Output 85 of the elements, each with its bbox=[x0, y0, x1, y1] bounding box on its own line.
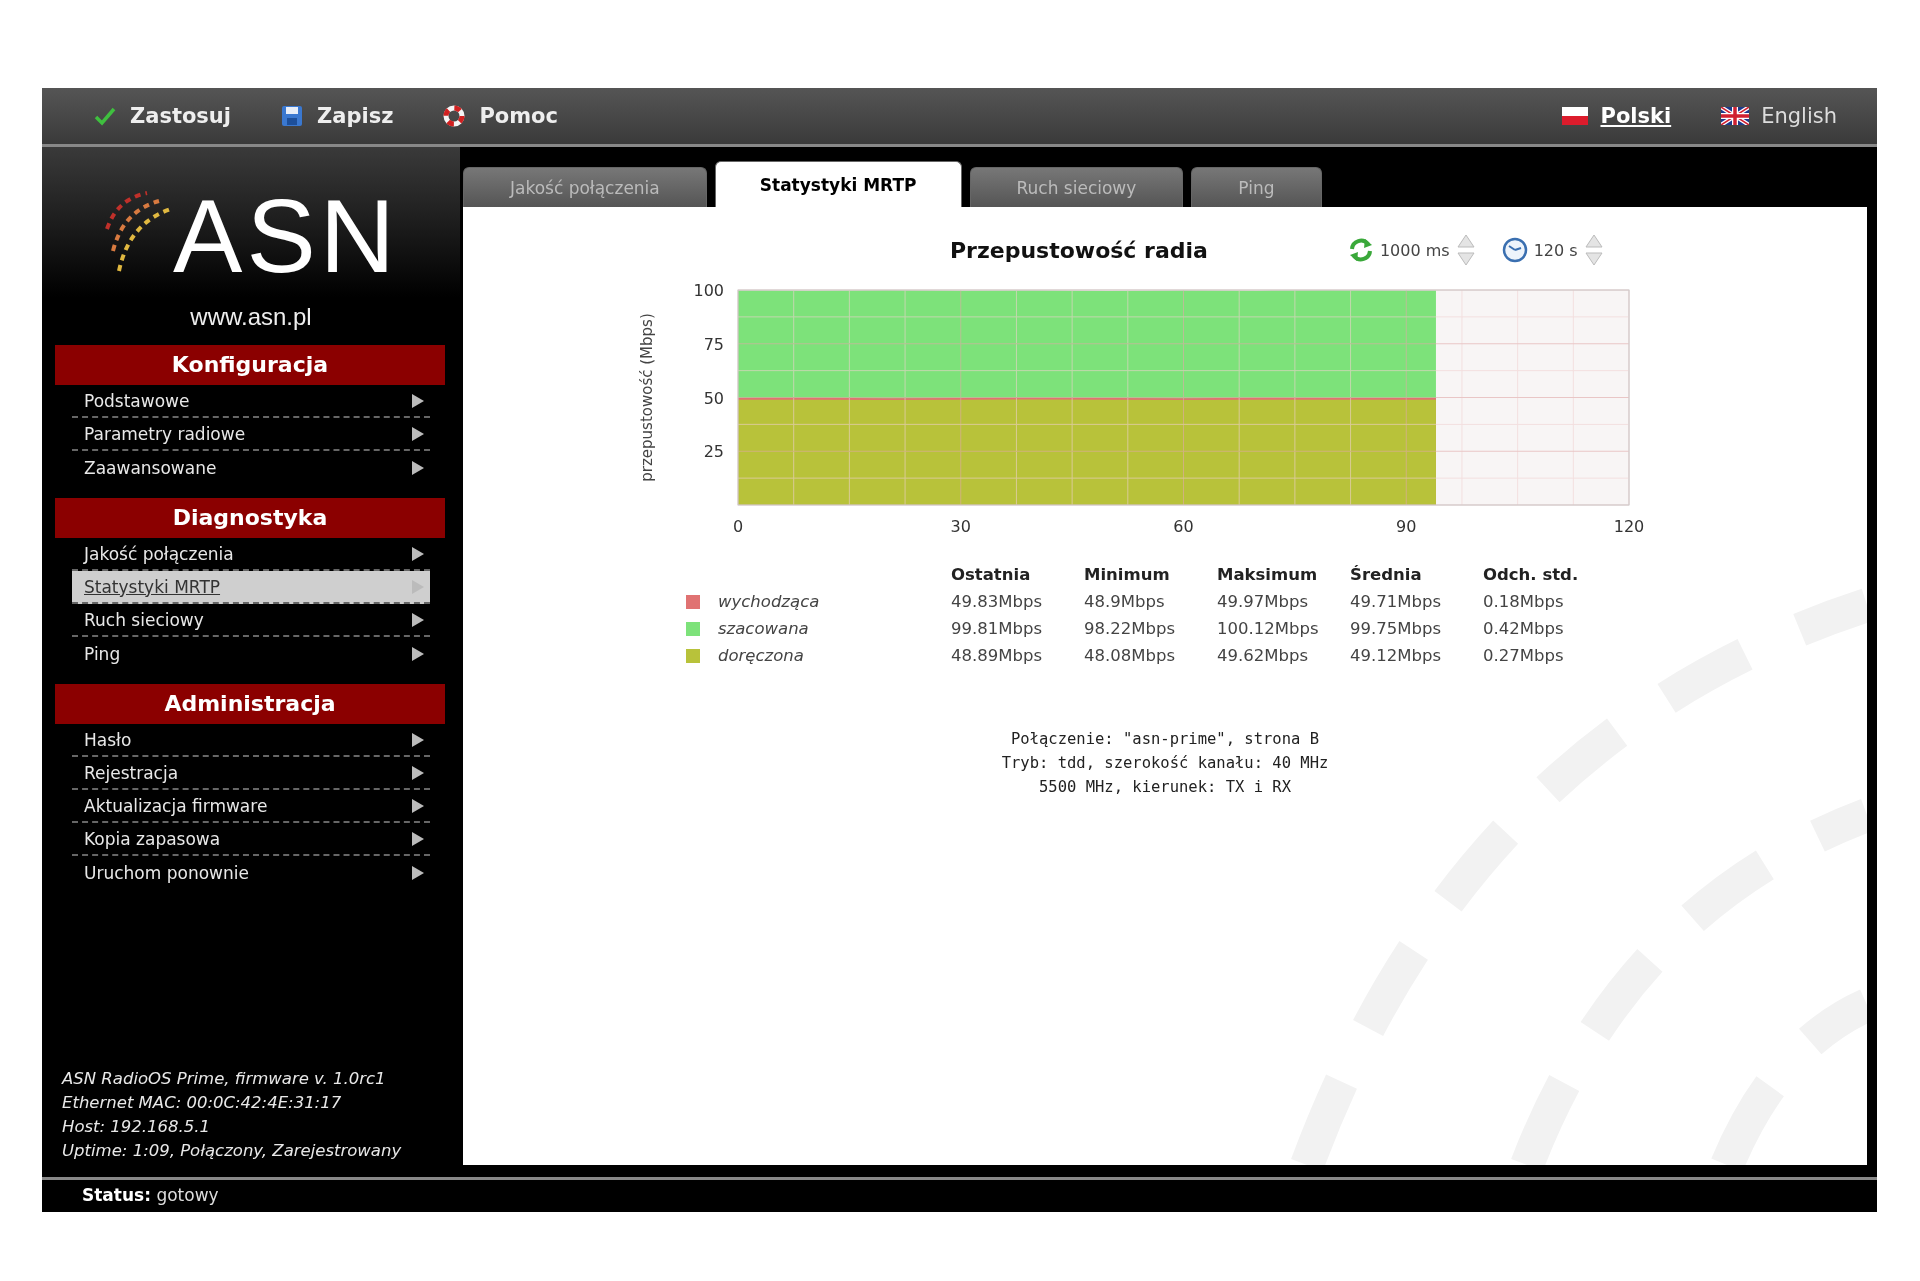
table-cell-text: 48.08Mbps bbox=[1084, 646, 1177, 665]
arrow-icon bbox=[412, 393, 424, 408]
arrow-icon bbox=[412, 426, 424, 441]
table-cell-text: 0.42Mbps bbox=[1483, 619, 1565, 638]
menu-item[interactable]: Statystyki MRTP bbox=[72, 571, 430, 604]
device-info: Ethernet MAC: 00:0C:42:4E:31:17 bbox=[62, 1092, 343, 1114]
toolbar-button[interactable]: Pomoc bbox=[443, 104, 558, 128]
table-cell-text: 0.18Mbps bbox=[1483, 592, 1565, 611]
column-header: Maksimum bbox=[1217, 565, 1319, 584]
menu-item[interactable]: Podstawowe bbox=[72, 385, 430, 418]
lifebuoy-icon bbox=[443, 105, 466, 127]
menu-item[interactable]: Hasło bbox=[72, 724, 430, 757]
table-cell-text: 98.22Mbps bbox=[1084, 619, 1177, 638]
menu-item[interactable]: Ping bbox=[72, 637, 430, 670]
table-cell-text: 48.9Mbps bbox=[1084, 592, 1166, 611]
table-cell-text: 49.97Mbps bbox=[1217, 592, 1310, 611]
x-tick-label: 120 bbox=[1613, 517, 1645, 536]
save-icon bbox=[281, 105, 303, 127]
column-header: Średnia bbox=[1350, 565, 1423, 584]
series-name: doręczona bbox=[718, 646, 805, 665]
status-bar: Status: gotowy bbox=[42, 1177, 1877, 1212]
y-axis-label: przepustowość (Mbps) bbox=[638, 313, 656, 482]
x-tick-label: 60 bbox=[1173, 517, 1194, 536]
arrow-icon bbox=[412, 732, 424, 747]
spinner-arrows-icon[interactable] bbox=[1583, 233, 1604, 267]
toolbar-button[interactable]: Zastosuj bbox=[94, 104, 231, 128]
language-link[interactable]: English bbox=[1721, 104, 1837, 128]
table-cell-text: 100.12Mbps bbox=[1217, 619, 1320, 638]
menu-item[interactable]: Kopia zapasowa bbox=[72, 823, 430, 856]
time-window: 120 s bbox=[1533, 240, 1578, 260]
checkmark-icon bbox=[94, 106, 116, 126]
column-header: Odch. std. bbox=[1483, 565, 1580, 584]
flag-icon bbox=[1721, 107, 1750, 125]
table-cell-text: 48.89Mbps bbox=[951, 646, 1044, 665]
arrow-icon bbox=[412, 612, 424, 627]
menu-item[interactable]: Uruchom ponownie bbox=[72, 856, 430, 889]
arrow-icon bbox=[412, 831, 424, 846]
refresh-icon bbox=[1347, 237, 1374, 263]
clock-icon bbox=[1501, 237, 1528, 263]
arrow-icon bbox=[412, 460, 424, 475]
device-info: Host: 192.168.5.1 bbox=[62, 1116, 212, 1138]
connection-info: Tryb: tdd, szerokość kanału: 40 MHz bbox=[1001, 753, 1329, 774]
section-header: Konfiguracja bbox=[55, 345, 445, 385]
menu-item[interactable]: Parametry radiowe bbox=[72, 418, 430, 451]
flag-icon bbox=[1562, 107, 1589, 125]
connection-info: 5500 MHz, kierunek: TX i RX bbox=[1039, 777, 1291, 798]
menu-item[interactable]: Ruch sieciowy bbox=[72, 604, 430, 637]
series-name: wychodząca bbox=[718, 592, 821, 611]
section-header: Diagnostyka bbox=[55, 498, 445, 538]
refresh-interval: 1000 ms bbox=[1379, 240, 1450, 260]
column-header: Ostatnia bbox=[951, 565, 1032, 584]
table-cell-text: 49.62Mbps bbox=[1217, 646, 1310, 665]
tab[interactable]: Statystyki MRTP bbox=[714, 161, 962, 207]
table-cell-text: 49.83Mbps bbox=[951, 592, 1044, 611]
arrow-icon bbox=[412, 798, 424, 813]
device-info: ASN RadioOS Prime, firmware v. 1.0rc1 bbox=[62, 1068, 387, 1090]
y-tick-label: 100 bbox=[693, 281, 724, 300]
table-cell-text: 49.71Mbps bbox=[1350, 592, 1443, 611]
menu-item[interactable]: Zaawansowane bbox=[72, 451, 430, 484]
connection-info: Połączenie: "asn-prime", strona B bbox=[1011, 729, 1319, 750]
website-url: www.asn.pl bbox=[189, 303, 313, 331]
x-tick-label: 90 bbox=[1396, 517, 1417, 536]
table-cell-text: 49.12Mbps bbox=[1350, 646, 1443, 665]
language-link[interactable]: Polski bbox=[1562, 104, 1672, 128]
device-info: Uptime: 1:09, Połączony, Zarejestrowany bbox=[62, 1140, 403, 1162]
table-cell-text: 0.27Mbps bbox=[1483, 646, 1565, 665]
menu-item[interactable]: Rejestracja bbox=[72, 757, 430, 790]
y-tick-label: 75 bbox=[703, 334, 724, 354]
table-cell-text: 99.81Mbps bbox=[951, 619, 1044, 638]
y-tick-label: 25 bbox=[703, 442, 724, 462]
arrow-icon bbox=[412, 765, 424, 780]
chart-title: Przepustowość radia bbox=[950, 237, 1208, 263]
x-tick-label: 0 bbox=[732, 517, 744, 536]
section-header: Administracja bbox=[55, 684, 445, 724]
arrow-icon bbox=[412, 865, 424, 880]
logo: ASN bbox=[173, 191, 399, 281]
x-tick-label: 30 bbox=[950, 517, 971, 536]
y-tick-label: 50 bbox=[703, 388, 724, 408]
menu-item[interactable]: Aktualizacja firmware bbox=[72, 790, 430, 823]
arrow-icon bbox=[412, 646, 424, 661]
table-cell-text: 99.75Mbps bbox=[1350, 619, 1443, 638]
series-name: szacowana bbox=[718, 619, 810, 638]
spinner-arrows-icon[interactable] bbox=[1455, 233, 1476, 267]
column-header: Minimum bbox=[1084, 565, 1171, 584]
toolbar-button[interactable]: Zapisz bbox=[281, 104, 394, 128]
